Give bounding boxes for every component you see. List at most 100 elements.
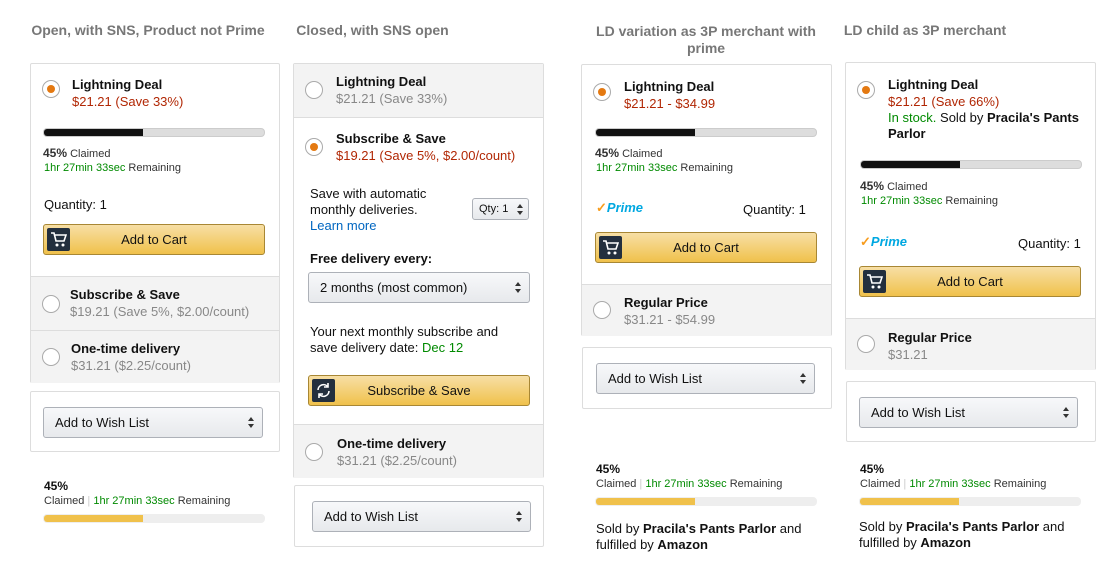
summary-claimed: Claimed | 1hr 27min 33sec Remaining bbox=[860, 478, 1047, 490]
buybox: Lightning Deal $21.21 - $34.99 45% Claim… bbox=[581, 64, 832, 336]
lightning-deal-label: Lightning Deal bbox=[72, 77, 163, 92]
add-to-cart-label: Add to Cart bbox=[673, 240, 739, 255]
one-time-delivery-option[interactable]: One-time delivery $31.21 ($2.25/count) bbox=[31, 330, 279, 383]
regular-price-option[interactable]: Regular Price $31.21 bbox=[846, 318, 1095, 370]
claimed-progress-bar bbox=[43, 128, 265, 137]
add-to-wishlist-dropdown[interactable]: Add to Wish List bbox=[859, 397, 1078, 428]
summary-pct: 45% bbox=[860, 462, 885, 476]
sold-by-text: Sold by Pracila's Pants Parlor and fulfil… bbox=[859, 519, 1065, 550]
qty-value: Qty: 1 bbox=[479, 203, 509, 215]
dropdown-arrows-icon bbox=[517, 204, 523, 216]
sold-by-text: Sold by Pracila's Pants Parlor and fulfil… bbox=[596, 521, 802, 552]
quantity-label: Quantity: 1 bbox=[44, 197, 107, 212]
subscribe-save-radio[interactable] bbox=[42, 295, 60, 313]
wishlist-box: Add to Wish List bbox=[294, 485, 544, 547]
regular-price-radio[interactable] bbox=[857, 335, 875, 353]
column-title: LD child as 3P merchant bbox=[843, 22, 1007, 38]
summary-progress-bar bbox=[43, 514, 265, 523]
summary-pct: 45% bbox=[44, 479, 69, 493]
cart-icon bbox=[599, 236, 622, 259]
one-time-delivery-radio[interactable] bbox=[42, 348, 60, 366]
qty-dropdown[interactable]: Qty: 1 bbox=[472, 198, 529, 220]
wishlist-label: Add to Wish List bbox=[55, 415, 149, 430]
wishlist-label: Add to Wish List bbox=[871, 405, 965, 420]
subscribe-save-label: Subscribe & Save bbox=[336, 131, 446, 146]
subscribe-save-button-label: Subscribe & Save bbox=[367, 383, 471, 398]
next-delivery-date: Dec 12 bbox=[422, 340, 464, 355]
regular-price-value: $31.21 - $54.99 bbox=[624, 312, 716, 327]
quantity-label: Quantity: 1 bbox=[1018, 236, 1081, 251]
frequency-value: 2 months (most common) bbox=[320, 280, 468, 295]
summary-claimed: Claimed | 1hr 27min 33sec Remaining bbox=[596, 478, 783, 490]
one-time-delivery-label: One-time delivery bbox=[71, 341, 181, 356]
regular-price-radio[interactable] bbox=[593, 301, 611, 319]
summary-pct: 45% bbox=[596, 462, 621, 476]
summary-progress-bar bbox=[859, 497, 1081, 506]
add-to-wishlist-dropdown[interactable]: Add to Wish List bbox=[596, 363, 815, 394]
lightning-deal-label: Lightning Deal bbox=[888, 77, 979, 92]
regular-price-label: Regular Price bbox=[888, 330, 972, 345]
sns-description: Save with automatic monthly deliveries. Le… bbox=[310, 186, 427, 233]
dropdown-arrows-icon bbox=[516, 511, 522, 523]
column-title: Closed, with SNS open bbox=[296, 22, 449, 38]
add-to-wishlist-dropdown[interactable]: Add to Wish List bbox=[43, 407, 263, 438]
wishlist-box: Add to Wish List bbox=[30, 391, 280, 452]
dropdown-arrows-icon bbox=[1063, 407, 1069, 419]
subscribe-save-option[interactable]: Subscribe & Save $19.21 (Save 5%, $2.00/… bbox=[31, 276, 279, 330]
remaining-text: 1hr 27min 33sec Remaining bbox=[596, 162, 733, 174]
refresh-icon bbox=[312, 379, 335, 402]
regular-price-option[interactable]: Regular Price $31.21 - $54.99 bbox=[582, 284, 831, 336]
summary-progress-bar bbox=[595, 497, 817, 506]
prime-check-icon: ✓ bbox=[596, 200, 607, 215]
wishlist-label: Add to Wish List bbox=[608, 371, 702, 386]
lightning-deal-radio[interactable] bbox=[857, 81, 875, 99]
lightning-deal-label: Lightning Deal bbox=[336, 74, 427, 89]
add-to-cart-button[interactable]: Add to Cart bbox=[43, 224, 265, 255]
learn-more-link[interactable]: Learn more bbox=[310, 218, 376, 233]
add-to-cart-label: Add to Cart bbox=[121, 232, 187, 247]
dropdown-arrows-icon bbox=[515, 282, 521, 294]
one-time-delivery-price: $31.21 ($2.25/count) bbox=[337, 453, 457, 468]
regular-price-value: $31.21 bbox=[888, 347, 928, 362]
add-to-cart-button[interactable]: Add to Cart bbox=[859, 266, 1081, 297]
merchant-name: Pracila's Pants Parlor bbox=[642, 521, 777, 536]
claimed-text: 45% Claimed bbox=[595, 146, 663, 160]
claimed-progress-bar bbox=[860, 160, 1082, 169]
claimed-text: 45% Claimed bbox=[43, 146, 111, 160]
dropdown-arrows-icon bbox=[800, 373, 806, 385]
prime-logo: ✓Prime bbox=[596, 200, 644, 215]
buybox: Lightning Deal $21.21 (Save 33%) 45% Cla… bbox=[30, 63, 280, 383]
prime-check-icon: ✓ bbox=[860, 234, 871, 249]
frequency-dropdown[interactable]: 2 months (most common) bbox=[308, 272, 530, 303]
lightning-deal-radio[interactable] bbox=[593, 83, 611, 101]
one-time-delivery-price: $31.21 ($2.25/count) bbox=[71, 358, 191, 373]
lightning-deal-price: $21.21 - $34.99 bbox=[624, 96, 716, 111]
one-time-delivery-option[interactable]: One-time delivery $31.21 ($2.25/count) bbox=[294, 424, 543, 478]
claimed-text: 45% Claimed bbox=[860, 179, 928, 193]
one-time-delivery-radio[interactable] bbox=[305, 443, 323, 461]
stock-sold-by: In stock. Sold by Pracila's Pants Parlor bbox=[888, 110, 1079, 141]
add-to-cart-button[interactable]: Add to Cart bbox=[595, 232, 817, 263]
column-title: Open, with SNS, Product not Prime bbox=[31, 22, 265, 38]
claimed-progress-bar bbox=[595, 128, 817, 137]
frequency-label: Free delivery every: bbox=[310, 251, 433, 266]
column-title: LD variation as 3P merchant with prime bbox=[596, 23, 816, 56]
dropdown-arrows-icon bbox=[248, 417, 254, 429]
cart-icon bbox=[863, 270, 886, 293]
lightning-deal-price: $21.21 (Save 33%) bbox=[336, 91, 448, 106]
lightning-deal-option[interactable]: Lightning Deal $21.21 (Save 33%) bbox=[294, 64, 543, 117]
buybox: Lightning Deal $21.21 (Save 66%) In stoc… bbox=[845, 62, 1096, 370]
subscribe-save-button[interactable]: Subscribe & Save bbox=[308, 375, 530, 406]
subscribe-save-price: $19.21 (Save 5%, $2.00/count) bbox=[70, 304, 250, 319]
subscribe-save-price: $19.21 (Save 5%, $2.00/count) bbox=[336, 148, 516, 163]
lightning-deal-price: $21.21 (Save 66%) bbox=[888, 94, 1000, 109]
summary-claimed: Claimed | 1hr 27min 33sec Remaining bbox=[44, 495, 231, 507]
lightning-deal-radio[interactable] bbox=[42, 80, 60, 98]
wishlist-box: Add to Wish List bbox=[582, 347, 832, 409]
next-delivery-text: Your next monthly subscribe and save deli… bbox=[310, 324, 499, 355]
add-to-wishlist-dropdown[interactable]: Add to Wish List bbox=[312, 501, 531, 532]
regular-price-label: Regular Price bbox=[624, 295, 708, 310]
remaining-text: 1hr 27min 33sec Remaining bbox=[861, 195, 998, 207]
lightning-deal-radio[interactable] bbox=[305, 81, 323, 99]
subscribe-save-radio[interactable] bbox=[305, 138, 323, 156]
